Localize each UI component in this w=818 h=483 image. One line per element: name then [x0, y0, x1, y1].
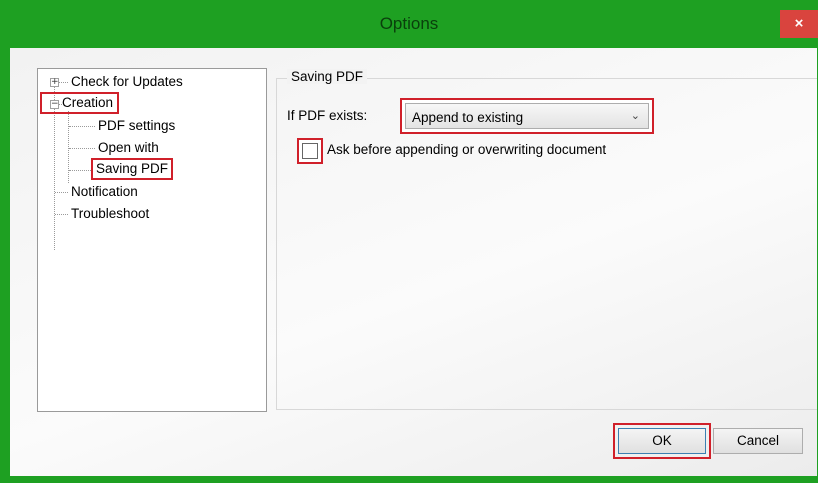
tree-item-creation[interactable]: Creation: [39, 92, 120, 114]
tree-connector: [55, 192, 68, 193]
group-title: Saving PDF: [287, 69, 368, 84]
dropdown-value: Append to existing: [412, 110, 524, 125]
title-bar[interactable]: Options ×: [0, 0, 818, 48]
tree-connector: [59, 82, 68, 83]
if-pdf-exists-label: If PDF exists:: [287, 108, 368, 123]
tree-connector: [69, 170, 91, 171]
if-pdf-exists-dropdown[interactable]: Append to existing ⌄: [400, 98, 654, 134]
dialog-body: + Check for Updates − Creation PDF setti…: [10, 48, 817, 476]
close-button[interactable]: ×: [780, 10, 818, 38]
options-window: Options × + Check for Updates − Creation…: [0, 0, 818, 483]
tree-connector: [69, 126, 95, 127]
tree-connector: [69, 148, 95, 149]
window-title: Options: [379, 14, 439, 33]
tree-item-notification[interactable]: Notification: [71, 182, 138, 202]
ask-before-appending-checkbox[interactable]: [297, 138, 323, 164]
tree-item-troubleshoot[interactable]: Troubleshoot: [71, 204, 149, 224]
tree-connector: [55, 214, 68, 215]
close-icon: ×: [794, 15, 804, 32]
ask-before-appending-label[interactable]: Ask before appending or overwriting docu…: [327, 142, 606, 157]
options-tree: + Check for Updates − Creation PDF setti…: [37, 68, 267, 412]
tree-item-saving-pdf[interactable]: Saving PDF: [90, 158, 174, 180]
tree-item-open-with[interactable]: Open with: [98, 138, 159, 158]
tree-item-pdf-settings[interactable]: PDF settings: [98, 116, 175, 136]
chevron-down-icon[interactable]: ⌄: [631, 109, 640, 122]
tree-item-check-for-updates[interactable]: Check for Updates: [71, 72, 183, 92]
ok-button[interactable]: OK: [618, 428, 706, 454]
tree-connector: [68, 111, 69, 183]
ok-button-highlight: OK: [613, 423, 711, 459]
cancel-button[interactable]: Cancel: [713, 428, 803, 454]
expand-icon[interactable]: +: [50, 78, 59, 87]
dropdown-face[interactable]: Append to existing ⌄: [405, 103, 649, 129]
checkbox-box[interactable]: [302, 143, 318, 159]
